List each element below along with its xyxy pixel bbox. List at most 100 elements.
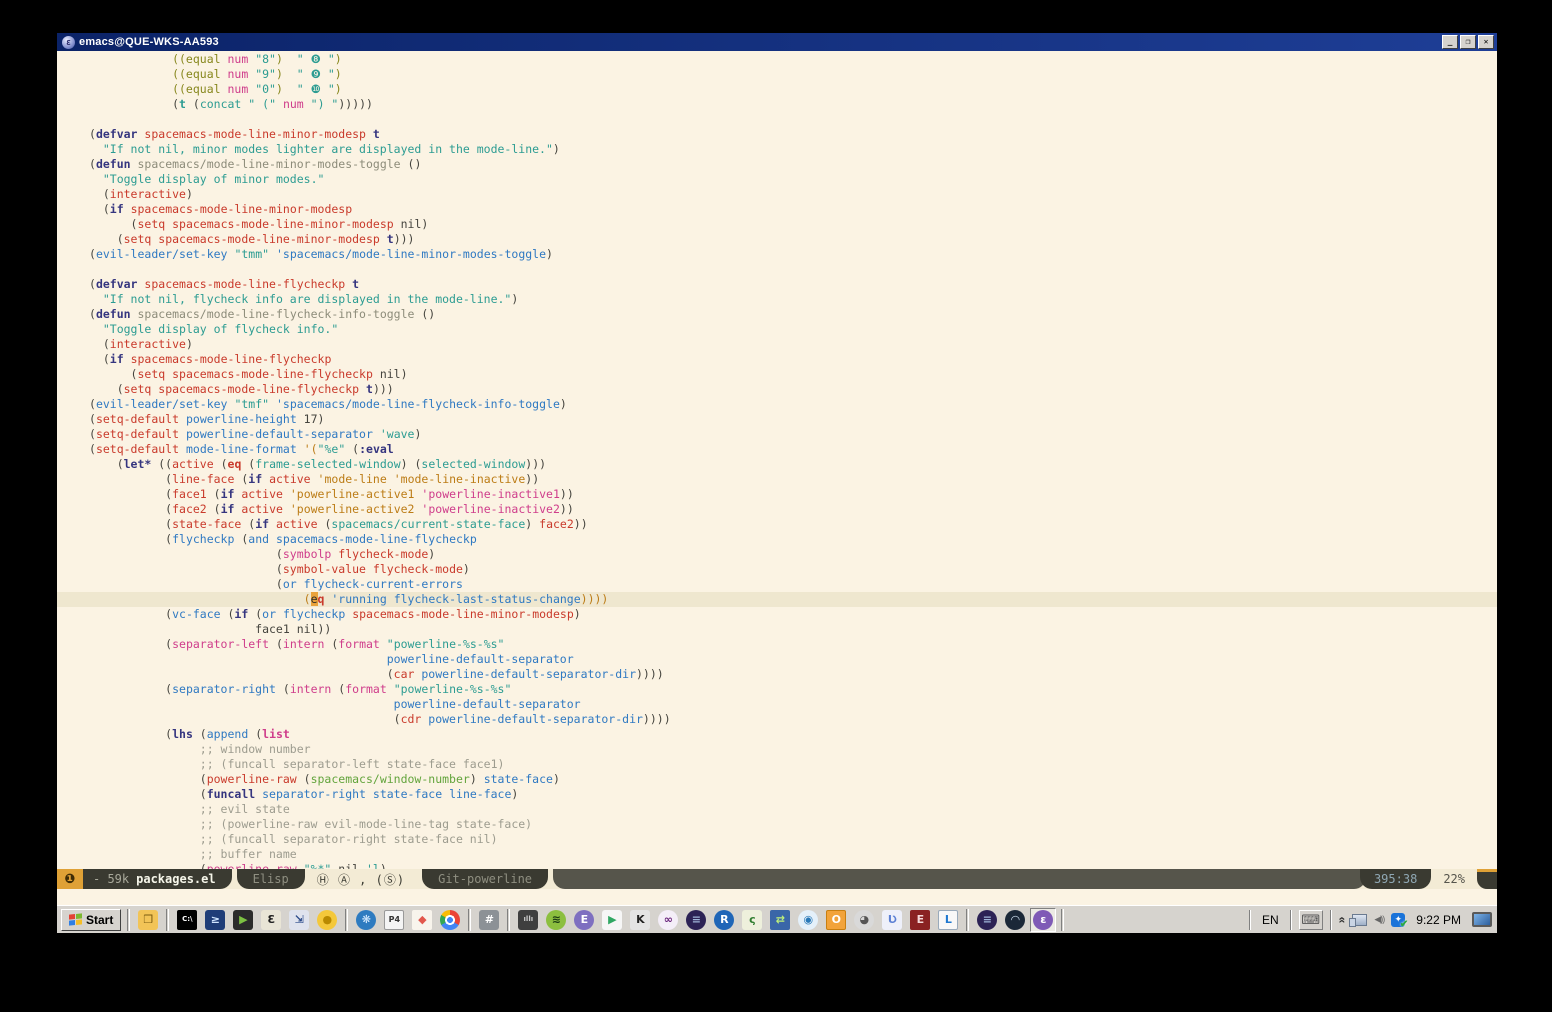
window-titlebar[interactable]: ε emacs@QUE-WKS-AA593 _ ❐ ✕ <box>57 33 1497 51</box>
quicklaunch-explorer-folder-icon[interactable]: ❒ <box>135 908 161 932</box>
quicklaunch-linqpad-icon[interactable]: L <box>935 908 961 932</box>
code-line: (line-face (if active 'mode-line 'mode-l… <box>89 472 1497 487</box>
taskbar-divider[interactable] <box>468 909 471 931</box>
gimp-glyph: ◕ <box>854 910 874 930</box>
echo-area[interactable] <box>57 889 1497 905</box>
modeline-vcs-branch[interactable]: Git-powerline <box>422 869 548 889</box>
quicklaunch-steam-icon[interactable]: ◠ <box>1002 908 1028 932</box>
quicklaunch-diamond-tool-icon[interactable]: ◆ <box>409 908 435 932</box>
code-token: ( <box>89 337 110 351</box>
close-button[interactable]: ✕ <box>1478 35 1494 49</box>
quicklaunch-powershell-icon[interactable]: ≥ <box>202 908 228 932</box>
taskbar-divider[interactable] <box>507 909 510 931</box>
code-token: flycheck-current-errors <box>304 577 463 591</box>
modeline-major-mode[interactable]: Elisp <box>237 869 305 889</box>
code-buffer[interactable]: ((equal num "8") " ❽ ") ((equal num "9")… <box>57 51 1497 869</box>
code-token: "powerline-%s-%s" <box>387 637 505 651</box>
code-token: ( <box>221 607 235 621</box>
code-token: format <box>338 637 380 651</box>
quicklaunch-audio-app-icon[interactable]: ıllı <box>515 908 541 932</box>
quicklaunch-python-snake-icon[interactable]: ς <box>739 908 765 932</box>
code-token: ( <box>241 517 255 531</box>
taskbar-divider[interactable] <box>966 909 969 931</box>
window-title: emacs@QUE-WKS-AA593 <box>79 36 219 48</box>
quicklaunch-emacs-editor-icon[interactable]: Ɛ <box>258 908 284 932</box>
quicklaunch-spotify-icon[interactable]: ≋ <box>543 908 569 932</box>
code-token: evil-leader/set-key <box>96 247 228 261</box>
quicklaunch-r-app-icon[interactable]: R <box>711 908 737 932</box>
code-line: (let* ((active (eq (frame-selected-windo… <box>89 457 1497 472</box>
quicklaunch-command-prompt-icon[interactable]: C:\ <box>174 908 200 932</box>
quicklaunch-google-play-icon[interactable]: ▶ <box>599 908 625 932</box>
quicklaunch-k-tool-icon[interactable]: K <box>627 908 653 932</box>
code-token: 'wave <box>380 427 415 441</box>
taskbar-divider[interactable] <box>127 909 130 931</box>
quicklaunch-eclipse-ide-icon[interactable]: ≡ <box>683 908 709 932</box>
code-token: spacemacs/window-number <box>311 772 470 786</box>
code-line: (vc-face (if (or flycheckp spacemacs-mod… <box>89 607 1497 622</box>
code-token <box>366 127 373 141</box>
taskbar-divider[interactable] <box>1061 909 1064 931</box>
minimize-button[interactable]: _ <box>1442 35 1458 49</box>
code-token <box>269 247 276 261</box>
code-token: 'powerline-active1 <box>290 487 415 501</box>
cyberduck-glyph: ● <box>317 910 337 930</box>
quicklaunch-emacs-active-icon[interactable]: ε <box>1030 908 1056 932</box>
keyboard-layout-icon[interactable]: ⌨ <box>1299 910 1323 930</box>
code-token: ( <box>89 412 96 426</box>
quicklaunch-v-app-icon[interactable]: Ʋ <box>879 908 905 932</box>
quicklaunch-blue-globe-icon[interactable]: ❋ <box>353 908 379 932</box>
code-token <box>269 397 276 411</box>
purple-emacs-glyph: E <box>574 910 594 930</box>
quicklaunch-orange-o-app-icon[interactable]: O <box>823 908 849 932</box>
code-token: )))) <box>643 712 671 726</box>
quicklaunch-vs-infinity-icon[interactable]: ∞ <box>655 908 681 932</box>
hidden-icons-chevron[interactable]: « <box>1335 916 1349 923</box>
show-desktop-monitor-icon[interactable] <box>1472 912 1492 927</box>
quicklaunch-chrome-browser-icon[interactable] <box>437 908 463 932</box>
code-token: ) <box>414 427 421 441</box>
quicklaunch-remote-session-icon[interactable]: ⇄ <box>767 908 793 932</box>
code-token: ( <box>276 682 290 696</box>
quicklaunch-gimp-icon[interactable]: ◕ <box>851 908 877 932</box>
code-line: (powerline-raw (spacemacs/window-number)… <box>89 772 1497 787</box>
restore-button[interactable]: ❐ <box>1460 35 1476 49</box>
quicklaunch-eclipse-ide-2-icon[interactable]: ≡ <box>974 908 1000 932</box>
code-token <box>124 202 131 216</box>
code-token: ( <box>214 457 228 471</box>
modeline-minor-mode-lighters[interactable]: Ⓗ Ⓐ , (Ⓢ) <box>305 869 417 889</box>
modeline-buffer-segment[interactable]: - 59k packages.el <box>83 869 232 889</box>
code-token: nil) <box>394 217 429 231</box>
taskbar-divider[interactable] <box>345 909 348 931</box>
code-token: ) <box>525 517 539 531</box>
remote-desktop-glyph: ⇲ <box>289 910 309 930</box>
quicklaunch-cyberduck-icon[interactable]: ● <box>314 908 340 932</box>
code-token <box>89 697 394 711</box>
quicklaunch-perforce-p4v-icon[interactable]: P4 <box>381 908 407 932</box>
quicklaunch-quick-eye-icon[interactable]: ◉ <box>795 908 821 932</box>
code-token: ((equal <box>89 67 227 81</box>
quicklaunch-purple-emacs-icon[interactable]: E <box>571 908 597 932</box>
code-token: flycheck-last-status-change <box>394 592 581 606</box>
code-line: (cdr powerline-default-separator-dir)))) <box>89 712 1497 727</box>
taskbar-divider[interactable] <box>166 909 169 931</box>
tray-divider <box>1290 910 1292 930</box>
volume-icon[interactable]: ◀)) <box>1374 914 1384 925</box>
start-button[interactable]: Start <box>61 909 121 931</box>
code-token: ) <box>470 772 484 786</box>
quicklaunch-remote-desktop-icon[interactable]: ⇲ <box>286 908 312 932</box>
code-token: powerline-default-separator <box>394 697 581 711</box>
taskbar-clock[interactable]: 9:22 PM <box>1412 913 1465 927</box>
code-token: 'running <box>331 592 386 606</box>
code-token: spacemacs-mode-line-minor-modesp <box>352 607 574 621</box>
dropbox-icon[interactable]: ✦ ✔ <box>1391 913 1405 927</box>
language-indicator[interactable]: EN <box>1258 913 1283 927</box>
quicklaunch-media-player-icon[interactable]: ▶ <box>230 908 256 932</box>
code-token: 'spacemacs/mode-line-flycheck-info-toggl… <box>276 397 560 411</box>
quick-launch-area: ❒C:\≥▶Ɛ⇲●❋P4◆#ıllı≋E▶K∞≡Rς⇄◉O◕ƲEL≡◠ε <box>134 908 1068 932</box>
network-icon[interactable] <box>1352 914 1367 926</box>
code-line: (setq spacemacs-mode-line-flycheckp t))) <box>89 382 1497 397</box>
quicklaunch-red-e-app-icon[interactable]: E <box>907 908 933 932</box>
quicklaunch-hash-app-icon[interactable]: # <box>476 908 502 932</box>
code-token: ( <box>89 427 96 441</box>
